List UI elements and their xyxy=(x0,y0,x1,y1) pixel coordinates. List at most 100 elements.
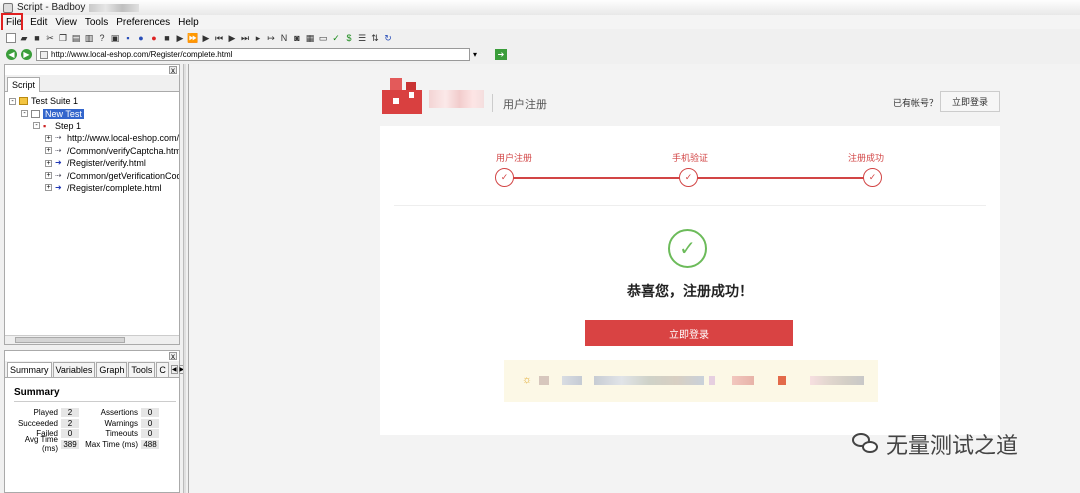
copy-icon[interactable]: ❐ xyxy=(58,33,68,43)
step-label-register: 用户注册 xyxy=(496,154,533,164)
expand-icon[interactable]: + xyxy=(45,147,52,155)
help-icon[interactable]: ? xyxy=(97,33,107,43)
menu-help[interactable]: Help xyxy=(178,17,199,28)
collapse-icon[interactable]: - xyxy=(9,97,16,105)
tree-item-test-suite[interactable]: - Test Suite 1 xyxy=(9,95,179,107)
dollar-icon[interactable]: $ xyxy=(344,33,354,43)
tree-item-request[interactable]: + ⇢ /Common/verifyCaptcha.html xyxy=(9,145,179,157)
refresh-icon[interactable]: ↻ xyxy=(383,33,393,43)
login-button[interactable]: 立即登录 xyxy=(585,320,793,346)
close-icon[interactable]: x xyxy=(169,66,177,75)
go-icon[interactable]: ➔ xyxy=(495,48,507,60)
expand-icon[interactable]: + xyxy=(45,172,52,180)
blurred-tip-text xyxy=(778,376,786,385)
blurred-tip-text xyxy=(709,376,715,385)
tab-more[interactable]: C xyxy=(156,362,169,377)
menu-edit[interactable]: Edit xyxy=(30,17,47,28)
card-divider xyxy=(394,205,986,206)
tree-label: http://www.local-eshop.com/C xyxy=(67,133,179,144)
stat-value: 389 xyxy=(61,439,79,449)
expand-icon[interactable]: + xyxy=(45,184,52,192)
collapse-icon[interactable]: - xyxy=(33,122,40,130)
step-forward-icon[interactable]: ▶ xyxy=(227,33,237,43)
tab-graph[interactable]: Graph xyxy=(96,362,128,377)
tree-label: /Register/complete.html xyxy=(67,182,162,193)
tab-script[interactable]: Script xyxy=(7,77,41,92)
stat-label: Assertions xyxy=(100,407,138,417)
stop-icon[interactable]: ■ xyxy=(162,33,172,43)
navigate-icon[interactable]: ↦ xyxy=(266,33,276,43)
menu-view[interactable]: View xyxy=(55,17,77,28)
fast-forward-icon[interactable]: ⏭ xyxy=(240,33,250,43)
stat-row: Played 2 Assertions 0 xyxy=(13,407,177,418)
table-icon[interactable]: ☰ xyxy=(357,33,367,43)
summary-icon[interactable]: ▭ xyxy=(318,33,328,43)
tree-item-new-test[interactable]: - New Test xyxy=(9,107,179,119)
stat-label: Avg Time (ms) xyxy=(24,435,58,454)
expand-icon[interactable]: + xyxy=(45,134,52,142)
sort-icon[interactable]: ⇅ xyxy=(370,33,380,43)
url-dropdown-icon[interactable]: ▾ xyxy=(470,48,480,61)
variable-icon[interactable]: ▪ xyxy=(123,33,133,43)
tab-variables[interactable]: Variables xyxy=(52,362,96,377)
forward-icon[interactable]: ▶ xyxy=(21,48,32,60)
report-icon[interactable]: ▦ xyxy=(305,33,315,43)
assert-icon[interactable]: ● xyxy=(136,33,146,43)
cut-icon[interactable]: ✂ xyxy=(45,33,55,43)
login-header-button[interactable]: 立即登录 xyxy=(940,91,1000,112)
tree-item-request[interactable]: + ➜ /Register/verify.html xyxy=(9,157,179,169)
expand-icon[interactable]: + xyxy=(45,159,52,167)
blurred-tip-text xyxy=(539,376,549,385)
new-icon[interactable] xyxy=(6,32,16,43)
tab-summary[interactable]: Summary xyxy=(7,362,52,377)
url-text: http://www.local-eshop.com/Register/comp… xyxy=(51,49,233,59)
back-icon[interactable]: ◀ xyxy=(6,48,17,60)
summary-panel: x Summary Variables Graph Tools C ◀ ▶ Su… xyxy=(4,350,186,493)
watermark: 无量测试之道 xyxy=(852,428,1018,460)
script-tree: - Test Suite 1 - New Test - ▪ Step 1 + ⇢… xyxy=(9,95,179,194)
site-logo xyxy=(382,76,422,114)
play-all-icon[interactable]: ⏩ xyxy=(187,33,198,43)
tab-scroll-left-icon[interactable]: ◀ xyxy=(170,365,178,374)
scrollbar-thumb[interactable] xyxy=(15,337,125,343)
blurred-logo-text xyxy=(429,90,484,108)
tab-tools[interactable]: Tools xyxy=(128,362,156,377)
collapse-icon[interactable]: - xyxy=(21,110,28,118)
paste-icon[interactable]: ▤ xyxy=(71,33,81,43)
check-icon[interactable]: ✓ xyxy=(331,33,341,43)
summary-divider xyxy=(14,401,176,402)
tree-label: Test Suite 1 xyxy=(31,96,79,107)
open-icon[interactable]: ▰ xyxy=(19,33,29,43)
menu-preferences[interactable]: Preferences xyxy=(116,17,170,28)
panel-splitter[interactable] xyxy=(183,64,186,493)
close-icon[interactable]: x xyxy=(169,352,177,361)
step-label-verify: 手机验证 xyxy=(672,154,709,164)
hit-icon[interactable]: ▸ xyxy=(253,33,263,43)
save-icon[interactable]: ■ xyxy=(32,33,42,43)
print-icon[interactable]: ▥ xyxy=(84,33,94,43)
menu-tools[interactable]: Tools xyxy=(85,17,108,28)
tip-box: ☼ xyxy=(504,360,878,402)
record-icon[interactable]: ● xyxy=(149,33,159,43)
tree-item-request[interactable]: + ➜ /Register/complete.html xyxy=(9,182,179,194)
insert-icon[interactable]: ▣ xyxy=(110,33,120,43)
stat-value: 488 xyxy=(141,439,159,449)
play-step-icon[interactable]: ▶ xyxy=(201,33,211,43)
screenshot-icon[interactable]: ◙ xyxy=(292,33,302,43)
play-icon[interactable]: ▶ xyxy=(175,33,185,43)
tree-item-request[interactable]: + ⇢ /Common/getVerificationCode xyxy=(9,169,179,181)
tree-item-step[interactable]: - ▪ Step 1 xyxy=(9,120,179,132)
summary-title: Summary xyxy=(14,387,60,398)
rewind-icon[interactable]: ⏮ xyxy=(214,33,224,43)
horizontal-scrollbar[interactable] xyxy=(5,335,179,344)
url-input[interactable]: http://www.local-eshop.com/Register/comp… xyxy=(36,47,470,61)
n-icon[interactable]: N xyxy=(279,33,289,43)
blurred-tip-text xyxy=(732,376,754,385)
header-divider xyxy=(492,94,493,112)
stat-value: 0 xyxy=(141,429,159,439)
tree-label: /Common/getVerificationCode xyxy=(67,170,179,181)
tree-item-request[interactable]: + ⇢ http://www.local-eshop.com/C xyxy=(9,132,179,144)
stat-value: 0 xyxy=(61,429,79,439)
stat-label: Timeouts xyxy=(105,429,138,439)
summary-tabstrip: Summary Variables Graph Tools C ◀ ▶ xyxy=(5,361,186,378)
